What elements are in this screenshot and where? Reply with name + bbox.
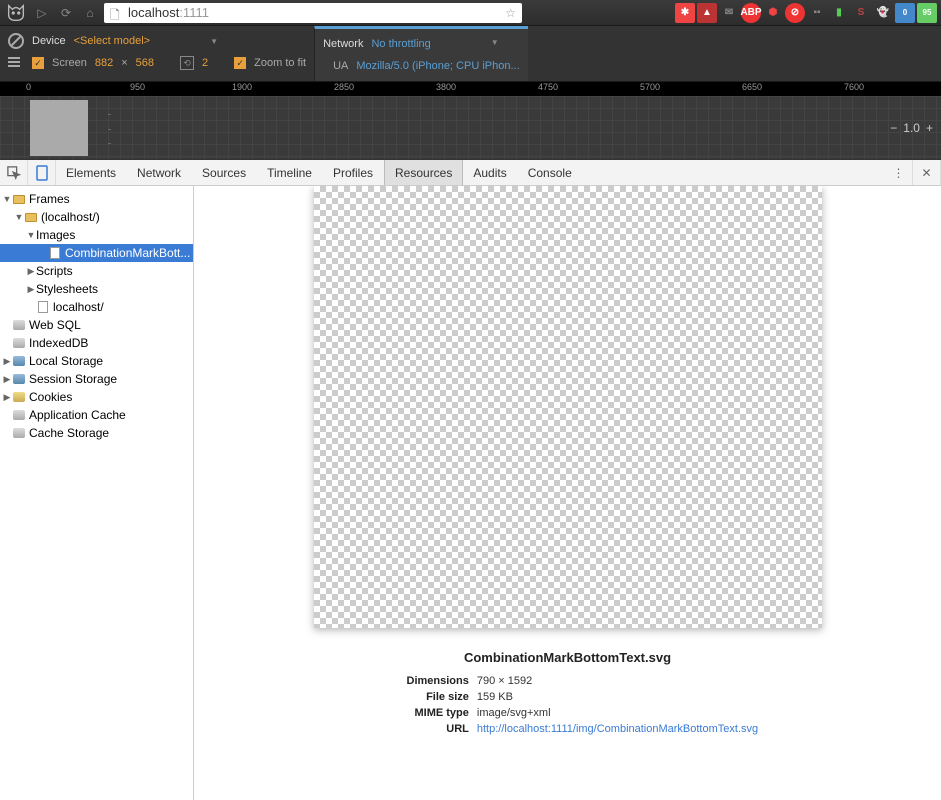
collapse-icon[interactable]: ▼ (14, 212, 24, 222)
disable-icon[interactable] (8, 33, 24, 49)
browser-toolbar: ▷ ⟳ ⌂ 🗋 localhost:1111 ☆ ✱ ▲ ✉ ABP ⬢ ⊘ ▪… (0, 0, 941, 26)
chevron-down-icon: ▼ (491, 38, 499, 50)
tab-resources[interactable]: Resources (384, 160, 463, 185)
vertical-ruler-marks (108, 114, 120, 144)
viewport-ruler-area: 0 950 1900 2850 3800 4750 5700 6650 7600… (0, 82, 941, 160)
ext-icon-3[interactable]: ✉ (719, 3, 739, 23)
browser-logo-icon (4, 1, 28, 25)
zoom-label: Zoom to fit (254, 57, 306, 69)
tree-cachestorage[interactable]: Cache Storage (0, 424, 193, 442)
tab-sources[interactable]: Sources (192, 160, 257, 185)
resource-title: CombinationMarkBottomText.svg (464, 650, 671, 665)
inspect-icon[interactable] (0, 160, 28, 185)
tree-image-file[interactable]: CombinationMarkBott... (0, 244, 193, 262)
tab-console[interactable]: Console (518, 160, 583, 185)
horizontal-ruler: 0 950 1900 2850 3800 4750 5700 6650 7600 (0, 82, 941, 96)
ext-icon-5[interactable]: ⬢ (763, 3, 783, 23)
ua-value[interactable]: Mozilla/5.0 (iPhone; CPU iPhon... (356, 60, 519, 72)
tree-stylesheets[interactable]: ▶Stylesheets (0, 280, 193, 298)
page-icon: 🗋 (110, 6, 124, 20)
screen-checkbox[interactable]: ✓ (32, 57, 44, 69)
device-toolbar: Device <Select model>▼ ✓ Screen 882 × 56… (0, 26, 941, 82)
rotate-icon[interactable]: ⟲ (180, 56, 194, 70)
screen-label: Screen (52, 57, 87, 69)
dpr-value[interactable]: 2 (202, 57, 208, 69)
ext-icon-abp[interactable]: ABP (741, 3, 761, 23)
network-select[interactable]: No throttling▼ (371, 38, 498, 50)
resource-dimensions: 790 × 1592 (477, 675, 532, 691)
more-icon[interactable]: ⋮ (885, 160, 913, 185)
tree-images[interactable]: ▼Images (0, 226, 193, 244)
home-button[interactable]: ⌂ (80, 3, 100, 23)
resource-preview-pane: CombinationMarkBottomText.svg Dimensions… (194, 186, 941, 800)
ext-icon-7[interactable]: ▪▪ (807, 3, 827, 23)
tree-frames[interactable]: ▼Frames (0, 190, 193, 208)
expand-icon[interactable]: ▶ (2, 356, 12, 367)
expand-icon[interactable]: ▶ (2, 374, 12, 385)
device-mode-icon[interactable] (28, 160, 56, 185)
tree-indexeddb[interactable]: IndexedDB (0, 334, 193, 352)
tree-scripts[interactable]: ▶Scripts (0, 262, 193, 280)
zoom-level: 1.0 (903, 121, 920, 135)
tree-sessionstorage[interactable]: ▶Session Storage (0, 370, 193, 388)
resources-sidebar: ▼Frames ▼(localhost/) ▼Images Combinatio… (0, 186, 194, 800)
tab-audits[interactable]: Audits (463, 160, 517, 185)
viewport-rect[interactable] (30, 100, 88, 156)
bookmark-star-icon[interactable]: ☆ (505, 6, 516, 20)
tree-appcache[interactable]: Application Cache (0, 406, 193, 424)
resource-filesize: 159 KB (477, 691, 513, 707)
ext-icon-2[interactable]: ▲ (697, 3, 717, 23)
expand-icon[interactable]: ▶ (26, 284, 36, 295)
url-bar[interactable]: 🗋 localhost:1111 ☆ (104, 3, 522, 23)
devtools-tabbar: Elements Network Sources Timeline Profil… (0, 160, 941, 186)
forward-button[interactable]: ▷ (32, 3, 52, 23)
tab-elements[interactable]: Elements (56, 160, 127, 185)
image-preview (314, 186, 822, 628)
zoom-out-icon[interactable]: − (890, 121, 897, 135)
ext-icon-12[interactable]: 95 (917, 3, 937, 23)
device-canvas[interactable]: − 1.0 + (0, 96, 941, 159)
zoom-checkbox[interactable]: ✓ (234, 57, 246, 69)
tree-localhost[interactable]: ▼(localhost/) (0, 208, 193, 226)
url-text: localhost:1111 (128, 5, 501, 20)
tab-timeline[interactable]: Timeline (257, 160, 323, 185)
ext-icon-6[interactable]: ⊘ (785, 3, 805, 23)
chevron-down-icon: ▼ (210, 37, 218, 46)
ext-icon-8[interactable]: ▮ (829, 3, 849, 23)
zoom-in-icon[interactable]: + (926, 121, 933, 135)
ext-icon-9[interactable]: S (851, 3, 871, 23)
menu-icon[interactable] (8, 56, 24, 70)
tree-websql[interactable]: Web SQL (0, 316, 193, 334)
extension-icons: ✱ ▲ ✉ ABP ⬢ ⊘ ▪▪ ▮ S 👻 0 95 (675, 3, 937, 23)
tree-localstorage[interactable]: ▶Local Storage (0, 352, 193, 370)
network-label: Network (323, 38, 363, 50)
expand-icon[interactable]: ▶ (26, 266, 36, 277)
close-icon[interactable]: ✕ (913, 160, 941, 185)
ua-label: UA (333, 60, 348, 72)
ext-icon-1[interactable]: ✱ (675, 3, 695, 23)
resource-mime: image/svg+xml (477, 707, 551, 723)
reload-button[interactable]: ⟳ (56, 3, 76, 23)
ext-icon-11[interactable]: 0 (895, 3, 915, 23)
device-select[interactable]: <Select model>▼ (74, 35, 218, 47)
screen-height[interactable]: 568 (136, 57, 154, 69)
screen-width[interactable]: 882 (95, 57, 113, 69)
zoom-control[interactable]: − 1.0 + (890, 121, 933, 135)
resource-url-link[interactable]: http://localhost:1111/img/CombinationMar… (477, 723, 758, 739)
ext-icon-10[interactable]: 👻 (873, 3, 893, 23)
collapse-icon[interactable]: ▼ (2, 194, 12, 204)
collapse-icon[interactable]: ▼ (26, 230, 36, 240)
tab-network[interactable]: Network (127, 160, 192, 185)
device-label: Device (32, 35, 66, 47)
tree-localhost-file[interactable]: localhost/ (0, 298, 193, 316)
tree-cookies[interactable]: ▶Cookies (0, 388, 193, 406)
tab-profiles[interactable]: Profiles (323, 160, 384, 185)
devtools-body: ▼Frames ▼(localhost/) ▼Images Combinatio… (0, 186, 941, 800)
resource-meta-table: Dimensions790 × 1592 File size159 KB MIM… (377, 675, 758, 739)
expand-icon[interactable]: ▶ (2, 392, 12, 403)
